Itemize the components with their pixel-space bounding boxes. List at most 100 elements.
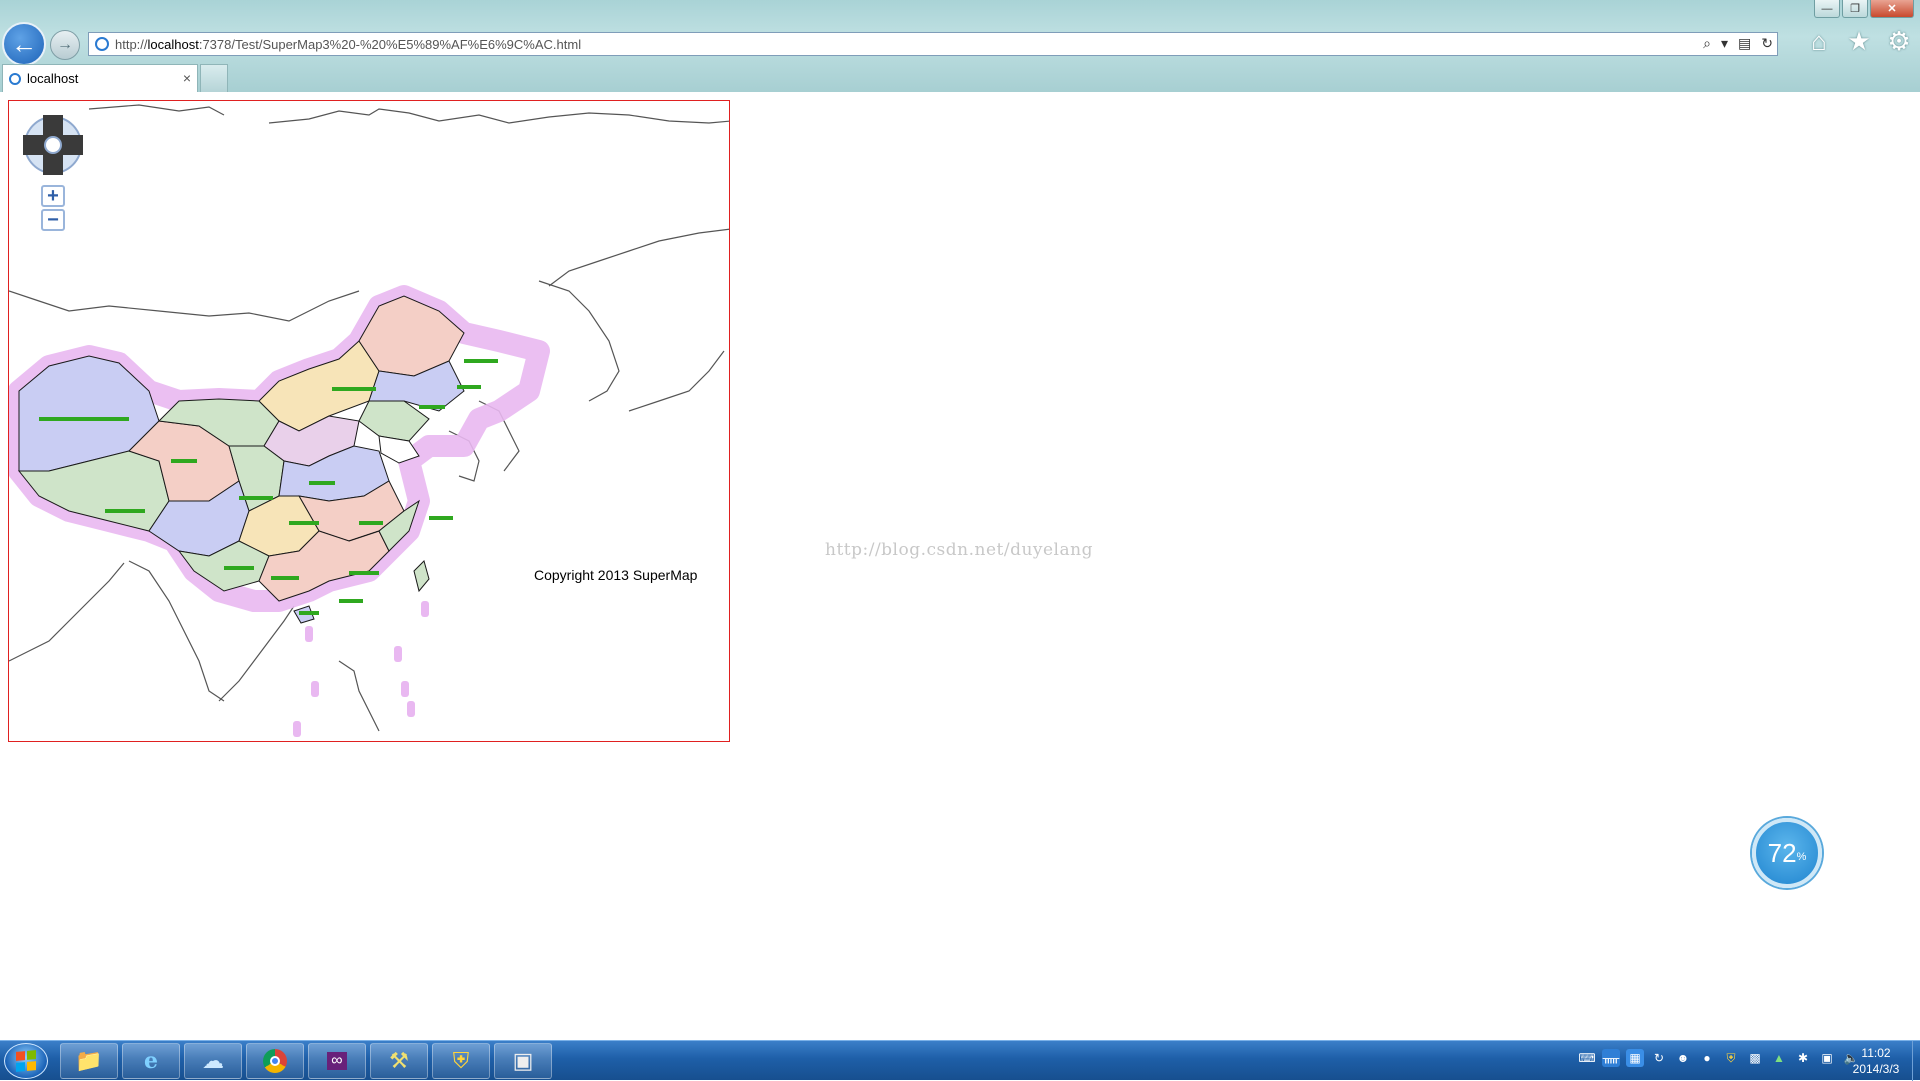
close-icon[interactable]: ×: [183, 70, 191, 86]
bluetooth-icon[interactable]: ᚅ: [1602, 1049, 1620, 1067]
speed-unit: %: [1796, 851, 1807, 863]
forward-button[interactable]: →: [50, 30, 80, 60]
show-desktop-button[interactable]: [1912, 1041, 1920, 1081]
url-scheme: http://: [115, 36, 148, 52]
coastline-kamchatka: [628, 350, 725, 412]
address-tools: ⌕ ▾ ▤ ↻: [1703, 35, 1773, 52]
ie-page-icon: [9, 72, 21, 85]
province-label: [39, 417, 129, 421]
penguin-icon[interactable]: ●: [1698, 1049, 1716, 1067]
map-container[interactable]: + − Copyright 2013 SuperMap: [8, 100, 730, 742]
monitor-icon[interactable]: ▣: [1818, 1049, 1836, 1067]
tab-strip: localhost ×: [0, 62, 1920, 92]
province-label: [105, 509, 145, 513]
coastline-east-siberia: [548, 228, 729, 287]
cloud-app-icon[interactable]: ☁: [184, 1043, 242, 1079]
qq-icon[interactable]: ☻: [1674, 1049, 1692, 1067]
url-path: :7378/Test/SuperMap3%20-%20%E5%89%AF%E6%…: [198, 36, 582, 52]
coastline-indochina: [218, 605, 295, 702]
province-label: [349, 571, 379, 575]
url-host: localhost: [147, 36, 199, 52]
province-label: [332, 387, 376, 391]
arrow-left-icon: ←: [11, 28, 37, 59]
compatibility-view-icon[interactable]: ▤: [1738, 35, 1751, 52]
address-bar[interactable]: http://localhost:7378/Test/SuperMap3%20-…: [88, 32, 1778, 56]
province-label: [359, 521, 383, 525]
coastline-philippines: [338, 660, 380, 732]
island-halo: [311, 681, 319, 697]
minimize-button[interactable]: —: [1814, 0, 1840, 18]
chevron-down-icon[interactable]: ▾: [1721, 35, 1728, 52]
sync-icon[interactable]: ↻: [1650, 1049, 1668, 1067]
gear-icon[interactable]: ⚙: [1886, 26, 1912, 56]
search-icon[interactable]: ⌕: [1703, 35, 1711, 52]
island-halo: [293, 721, 301, 737]
window-app-icon[interactable]: ▣: [494, 1043, 552, 1079]
province-label: [171, 459, 197, 463]
network-speed-widget[interactable]: 72 %: [1752, 818, 1822, 888]
province-label: [299, 611, 319, 615]
taskbar: 📁 e ☁ ∞ ⚒ ⛨ ▣ ⌨ ᚅ ▦ ↻ ☻ ● ⛨ ▩ ▲ ✱ ▣ 🔈 11…: [0, 1040, 1920, 1081]
pan-control[interactable]: [21, 113, 85, 177]
zoom-in-button[interactable]: +: [41, 185, 65, 207]
coastline-arctic-west: [88, 104, 225, 116]
window-controls: — ❐ ✕: [1814, 0, 1914, 18]
tab-localhost[interactable]: localhost ×: [2, 64, 198, 92]
system-tray: ⌨ ᚅ ▦ ↻ ☻ ● ⛨ ▩ ▲ ✱ ▣ 🔈: [1578, 1049, 1860, 1067]
island-halo: [394, 646, 402, 662]
coastline-arctic: [268, 108, 729, 124]
province-taiwan[interactable]: [413, 560, 430, 593]
coastline-okhotsk: [538, 280, 620, 402]
browser-toolbar: ⌂ ★ ⚙: [1806, 26, 1912, 56]
province-label: [224, 566, 254, 570]
close-window-button[interactable]: ✕: [1870, 0, 1914, 18]
island-halo: [305, 626, 313, 642]
antivirus-icon[interactable]: ✱: [1794, 1049, 1812, 1067]
network-icon[interactable]: ▲: [1770, 1049, 1788, 1067]
province-label: [309, 481, 335, 485]
clock-time: 11:02: [1861, 1046, 1891, 1060]
file-explorer-icon[interactable]: 📁: [60, 1043, 118, 1079]
coastline-north-border: [9, 290, 360, 322]
map-copyright: Copyright 2013 SuperMap: [534, 567, 698, 583]
speed-value: 72: [1767, 837, 1797, 868]
tools-app-icon[interactable]: ⚒: [370, 1043, 428, 1079]
chrome-icon[interactable]: [246, 1043, 304, 1079]
arrow-right-icon: →: [57, 36, 73, 53]
back-button[interactable]: ←: [2, 22, 46, 66]
display-icon[interactable]: ▩: [1746, 1049, 1764, 1067]
province-liaoning[interactable]: [358, 400, 430, 442]
pan-center-icon[interactable]: [44, 136, 62, 154]
island-halo: [421, 601, 429, 617]
start-button[interactable]: [4, 1043, 48, 1079]
shield-icon[interactable]: ⛨: [1722, 1049, 1740, 1067]
windows-logo-icon: [16, 1050, 36, 1072]
address-url[interactable]: http://localhost:7378/Test/SuperMap3%20-…: [115, 37, 581, 52]
province-label: [419, 405, 445, 409]
security-app-icon[interactable]: ⛨: [432, 1043, 490, 1079]
map-canvas[interactable]: [9, 101, 730, 742]
browser-chrome: — ❐ ✕ ← → http://localhost:7378/Test/Sup…: [0, 0, 1920, 92]
province-label: [464, 359, 498, 363]
refresh-icon[interactable]: ↻: [1761, 35, 1773, 52]
new-tab-button[interactable]: [200, 64, 228, 92]
internet-explorer-icon[interactable]: e: [122, 1043, 180, 1079]
system-clock[interactable]: 11:02 2014/3/3: [1840, 1045, 1912, 1077]
favorites-icon[interactable]: ★: [1846, 26, 1872, 56]
island-halo: [401, 681, 409, 697]
zoom-out-button[interactable]: −: [41, 209, 65, 231]
keyboard-icon[interactable]: ⌨: [1578, 1049, 1596, 1067]
page-content: + − Copyright 2013 SuperMap http://blog.…: [0, 92, 1920, 1040]
south-sea-islands: [293, 601, 429, 737]
home-icon[interactable]: ⌂: [1806, 26, 1832, 56]
tab-title: localhost: [27, 71, 79, 86]
province-label: [429, 516, 453, 520]
province-label: [239, 496, 273, 500]
visual-studio-icon[interactable]: ∞: [308, 1043, 366, 1079]
app-tray-icon[interactable]: ▦: [1626, 1049, 1644, 1067]
province-label: [457, 385, 481, 389]
province-label: [271, 576, 299, 580]
restore-button[interactable]: ❐: [1842, 0, 1868, 18]
island-halo: [407, 701, 415, 717]
clock-date: 2014/3/3: [1852, 1062, 1900, 1076]
